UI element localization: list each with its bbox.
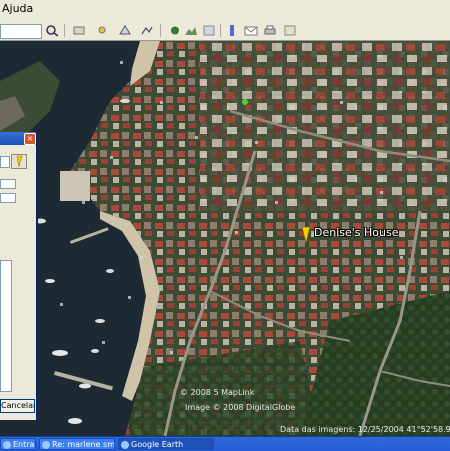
polygon-tool-icon[interactable] [118,24,132,37]
placemark-tool-icon[interactable] [95,24,109,37]
maps-icon[interactable] [283,24,297,37]
sky-icon[interactable] [202,24,216,37]
cancel-button[interactable]: Cancelar [0,399,35,413]
placemark-label[interactable]: Denise's House [314,226,399,239]
taskbar-item-mail[interactable]: Entrada - ... [0,438,36,450]
toolbar [0,22,450,41]
taskbar-item-label: Entrada - ... [13,440,35,449]
map-status-readout: Data das imagens: 12/25/2004 41°52'58.94… [280,425,450,434]
satellite-map-view[interactable]: Denise's House © 2008 5 MapLink Image © … [0,41,450,436]
path-tool-icon[interactable] [140,24,154,37]
mail-app-icon [3,441,11,449]
close-icon[interactable]: × [24,133,36,145]
map-credit-maplink: © 2008 5 MapLink [180,388,255,397]
sun-icon[interactable] [168,24,182,37]
pan-icon[interactable] [72,24,86,37]
search-icon[interactable] [45,24,59,37]
taskbar-item-label: Google Earth [131,440,184,449]
terrain-icon[interactable] [184,24,198,37]
menu-bar: Ajuda [0,0,450,23]
menu-help[interactable]: Ajuda [2,2,33,15]
pin-style-icon[interactable] [11,154,27,169]
google-earth-app-icon [121,441,129,449]
map-credit-digitalglobe: Image © 2008 DigitalGlobe [185,403,296,412]
taskbar-item-message[interactable]: Re: marlene smar... [39,438,115,450]
toolbar-separator [64,24,65,37]
longitude-field[interactable] [0,193,16,203]
placemark-pin-icon[interactable] [300,227,312,243]
email-icon[interactable] [244,24,258,37]
taskbar: Entrada - ... Re: marlene smar... Google… [0,436,450,451]
dialog-titlebar[interactable]: × [0,132,36,145]
print-icon[interactable] [263,24,277,37]
message-app-icon [42,441,50,449]
sidebar-toggle-icon[interactable] [226,24,240,37]
taskbar-item-google-earth[interactable]: Google Earth [118,438,214,450]
toolbar-separator [220,24,221,37]
toolbar-separator [160,24,161,37]
name-field[interactable] [0,156,10,168]
description-textarea[interactable] [0,260,12,392]
search-input[interactable] [0,24,42,39]
taskbar-item-label: Re: marlene smar... [52,440,115,449]
placemark-dialog: × Cancelar [0,132,38,420]
latitude-field[interactable] [0,179,16,189]
